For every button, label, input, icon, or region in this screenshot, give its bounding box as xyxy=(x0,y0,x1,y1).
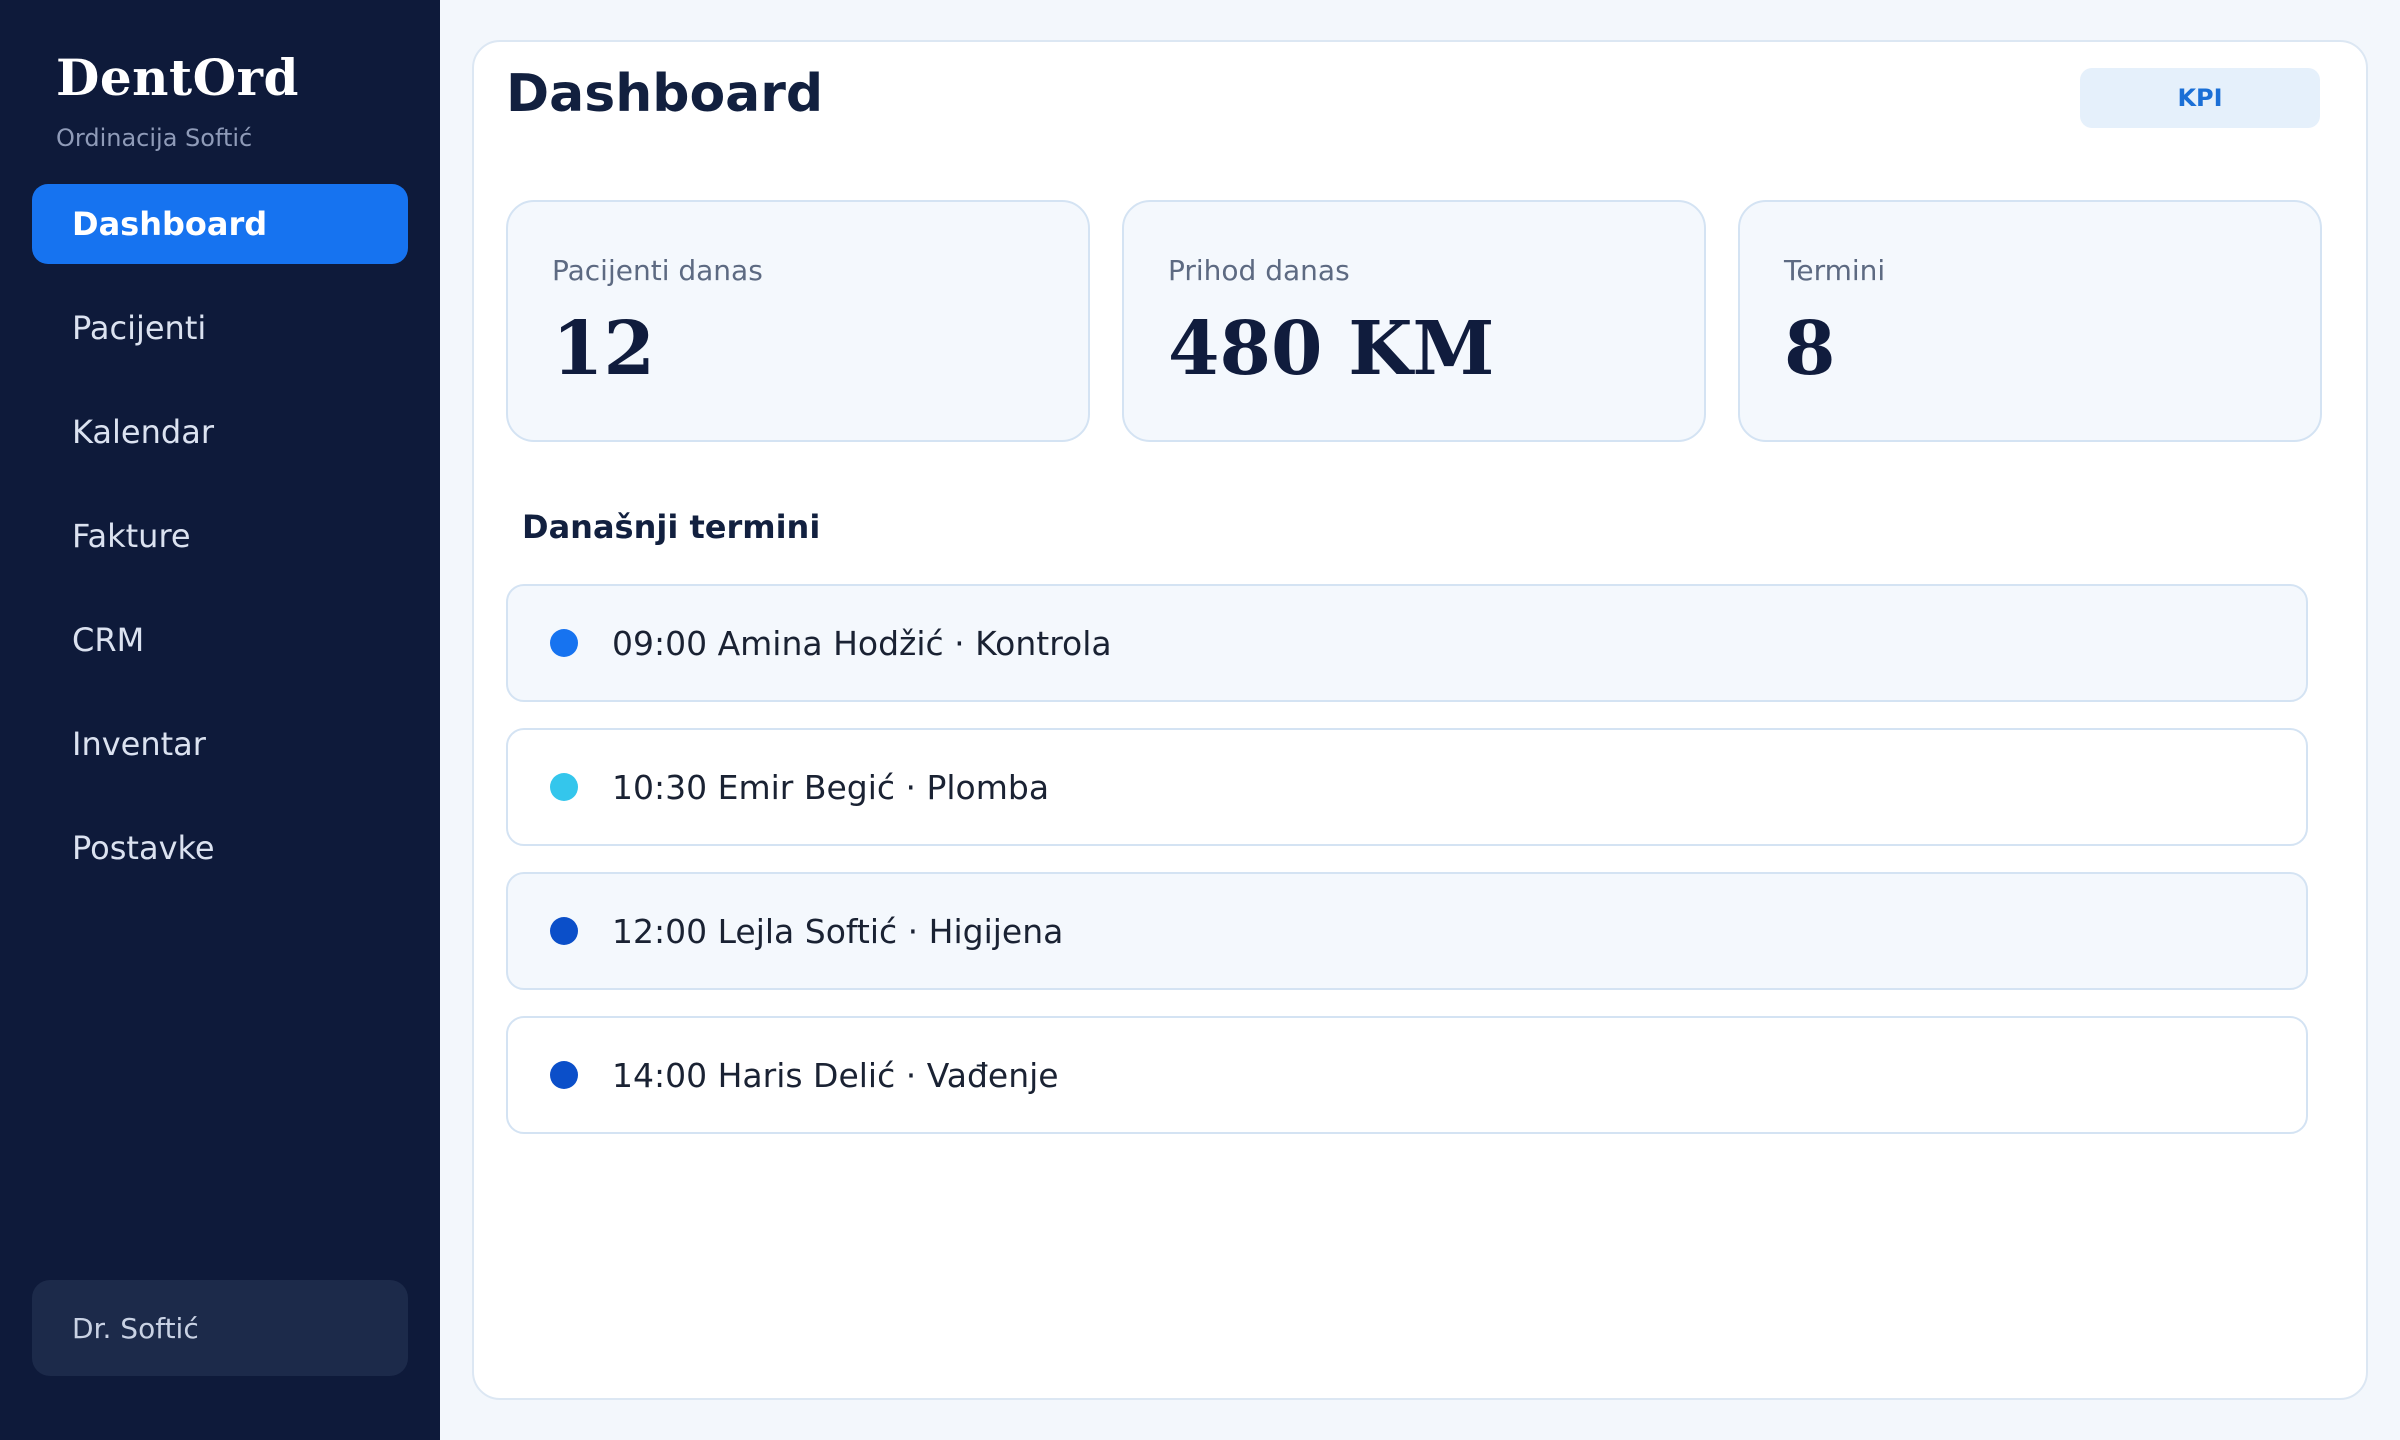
stat-value: 12 xyxy=(552,306,655,392)
appointment-item[interactable]: 09:00 Amina Hodžić · Kontrola xyxy=(506,584,2308,702)
sidebar-item-kalendar[interactable]: Kalendar xyxy=(32,392,408,472)
status-dot-icon xyxy=(550,629,578,657)
user-profile-button[interactable]: Dr. Softić xyxy=(32,1280,408,1376)
app-root: DentOrd Ordinacija Softić Dashboard Paci… xyxy=(0,0,2400,1440)
stat-label: Prihod danas xyxy=(1168,254,1350,287)
status-dot-icon xyxy=(550,917,578,945)
status-dot-icon xyxy=(550,773,578,801)
sidebar-item-dashboard[interactable]: Dashboard xyxy=(32,184,408,264)
stat-card-prihod: Prihod danas 480 KM xyxy=(1122,200,1706,442)
stat-label: Pacijenti danas xyxy=(552,254,763,287)
sidebar-item-crm[interactable]: CRM xyxy=(32,600,408,680)
sidebar-item-inventar[interactable]: Inventar xyxy=(32,704,408,784)
main-panel: Dashboard KPI Pacijenti danas 12 Prihod … xyxy=(472,40,2368,1400)
stat-card-termini: Termini 8 xyxy=(1738,200,2322,442)
sidebar-item-postavke[interactable]: Postavke xyxy=(32,808,408,888)
kpi-button[interactable]: KPI xyxy=(2080,68,2320,128)
stat-card-pacijenti: Pacijenti danas 12 xyxy=(506,200,1090,442)
brand-logo: DentOrd xyxy=(56,48,299,107)
appointment-text: 14:00 Haris Delić · Vađenje xyxy=(612,1055,1059,1095)
sidebar-item-fakture[interactable]: Fakture xyxy=(32,496,408,576)
appointment-text: 09:00 Amina Hodžić · Kontrola xyxy=(612,623,1112,663)
page-title: Dashboard xyxy=(506,64,824,124)
appointment-list: 09:00 Amina Hodžić · Kontrola 10:30 Emir… xyxy=(506,584,2308,1160)
stat-value: 8 xyxy=(1784,306,1836,392)
appointment-item[interactable]: 12:00 Lejla Softić · Higijena xyxy=(506,872,2308,990)
stat-value: 480 KM xyxy=(1168,306,1495,392)
status-dot-icon xyxy=(550,1061,578,1089)
sidebar: DentOrd Ordinacija Softić Dashboard Paci… xyxy=(0,0,440,1440)
stats-row: Pacijenti danas 12 Prihod danas 480 KM T… xyxy=(506,200,2322,442)
sidebar-nav: Dashboard Pacijenti Kalendar Fakture CRM… xyxy=(32,184,408,912)
appointment-item[interactable]: 14:00 Haris Delić · Vađenje xyxy=(506,1016,2308,1134)
clinic-name: Ordinacija Softić xyxy=(56,124,253,152)
section-title: Današnji termini xyxy=(522,508,821,546)
sidebar-item-pacijenti[interactable]: Pacijenti xyxy=(32,288,408,368)
appointment-text: 12:00 Lejla Softić · Higijena xyxy=(612,911,1064,951)
stat-label: Termini xyxy=(1784,254,1886,287)
appointment-text: 10:30 Emir Begić · Plomba xyxy=(612,767,1050,807)
appointment-item[interactable]: 10:30 Emir Begić · Plomba xyxy=(506,728,2308,846)
